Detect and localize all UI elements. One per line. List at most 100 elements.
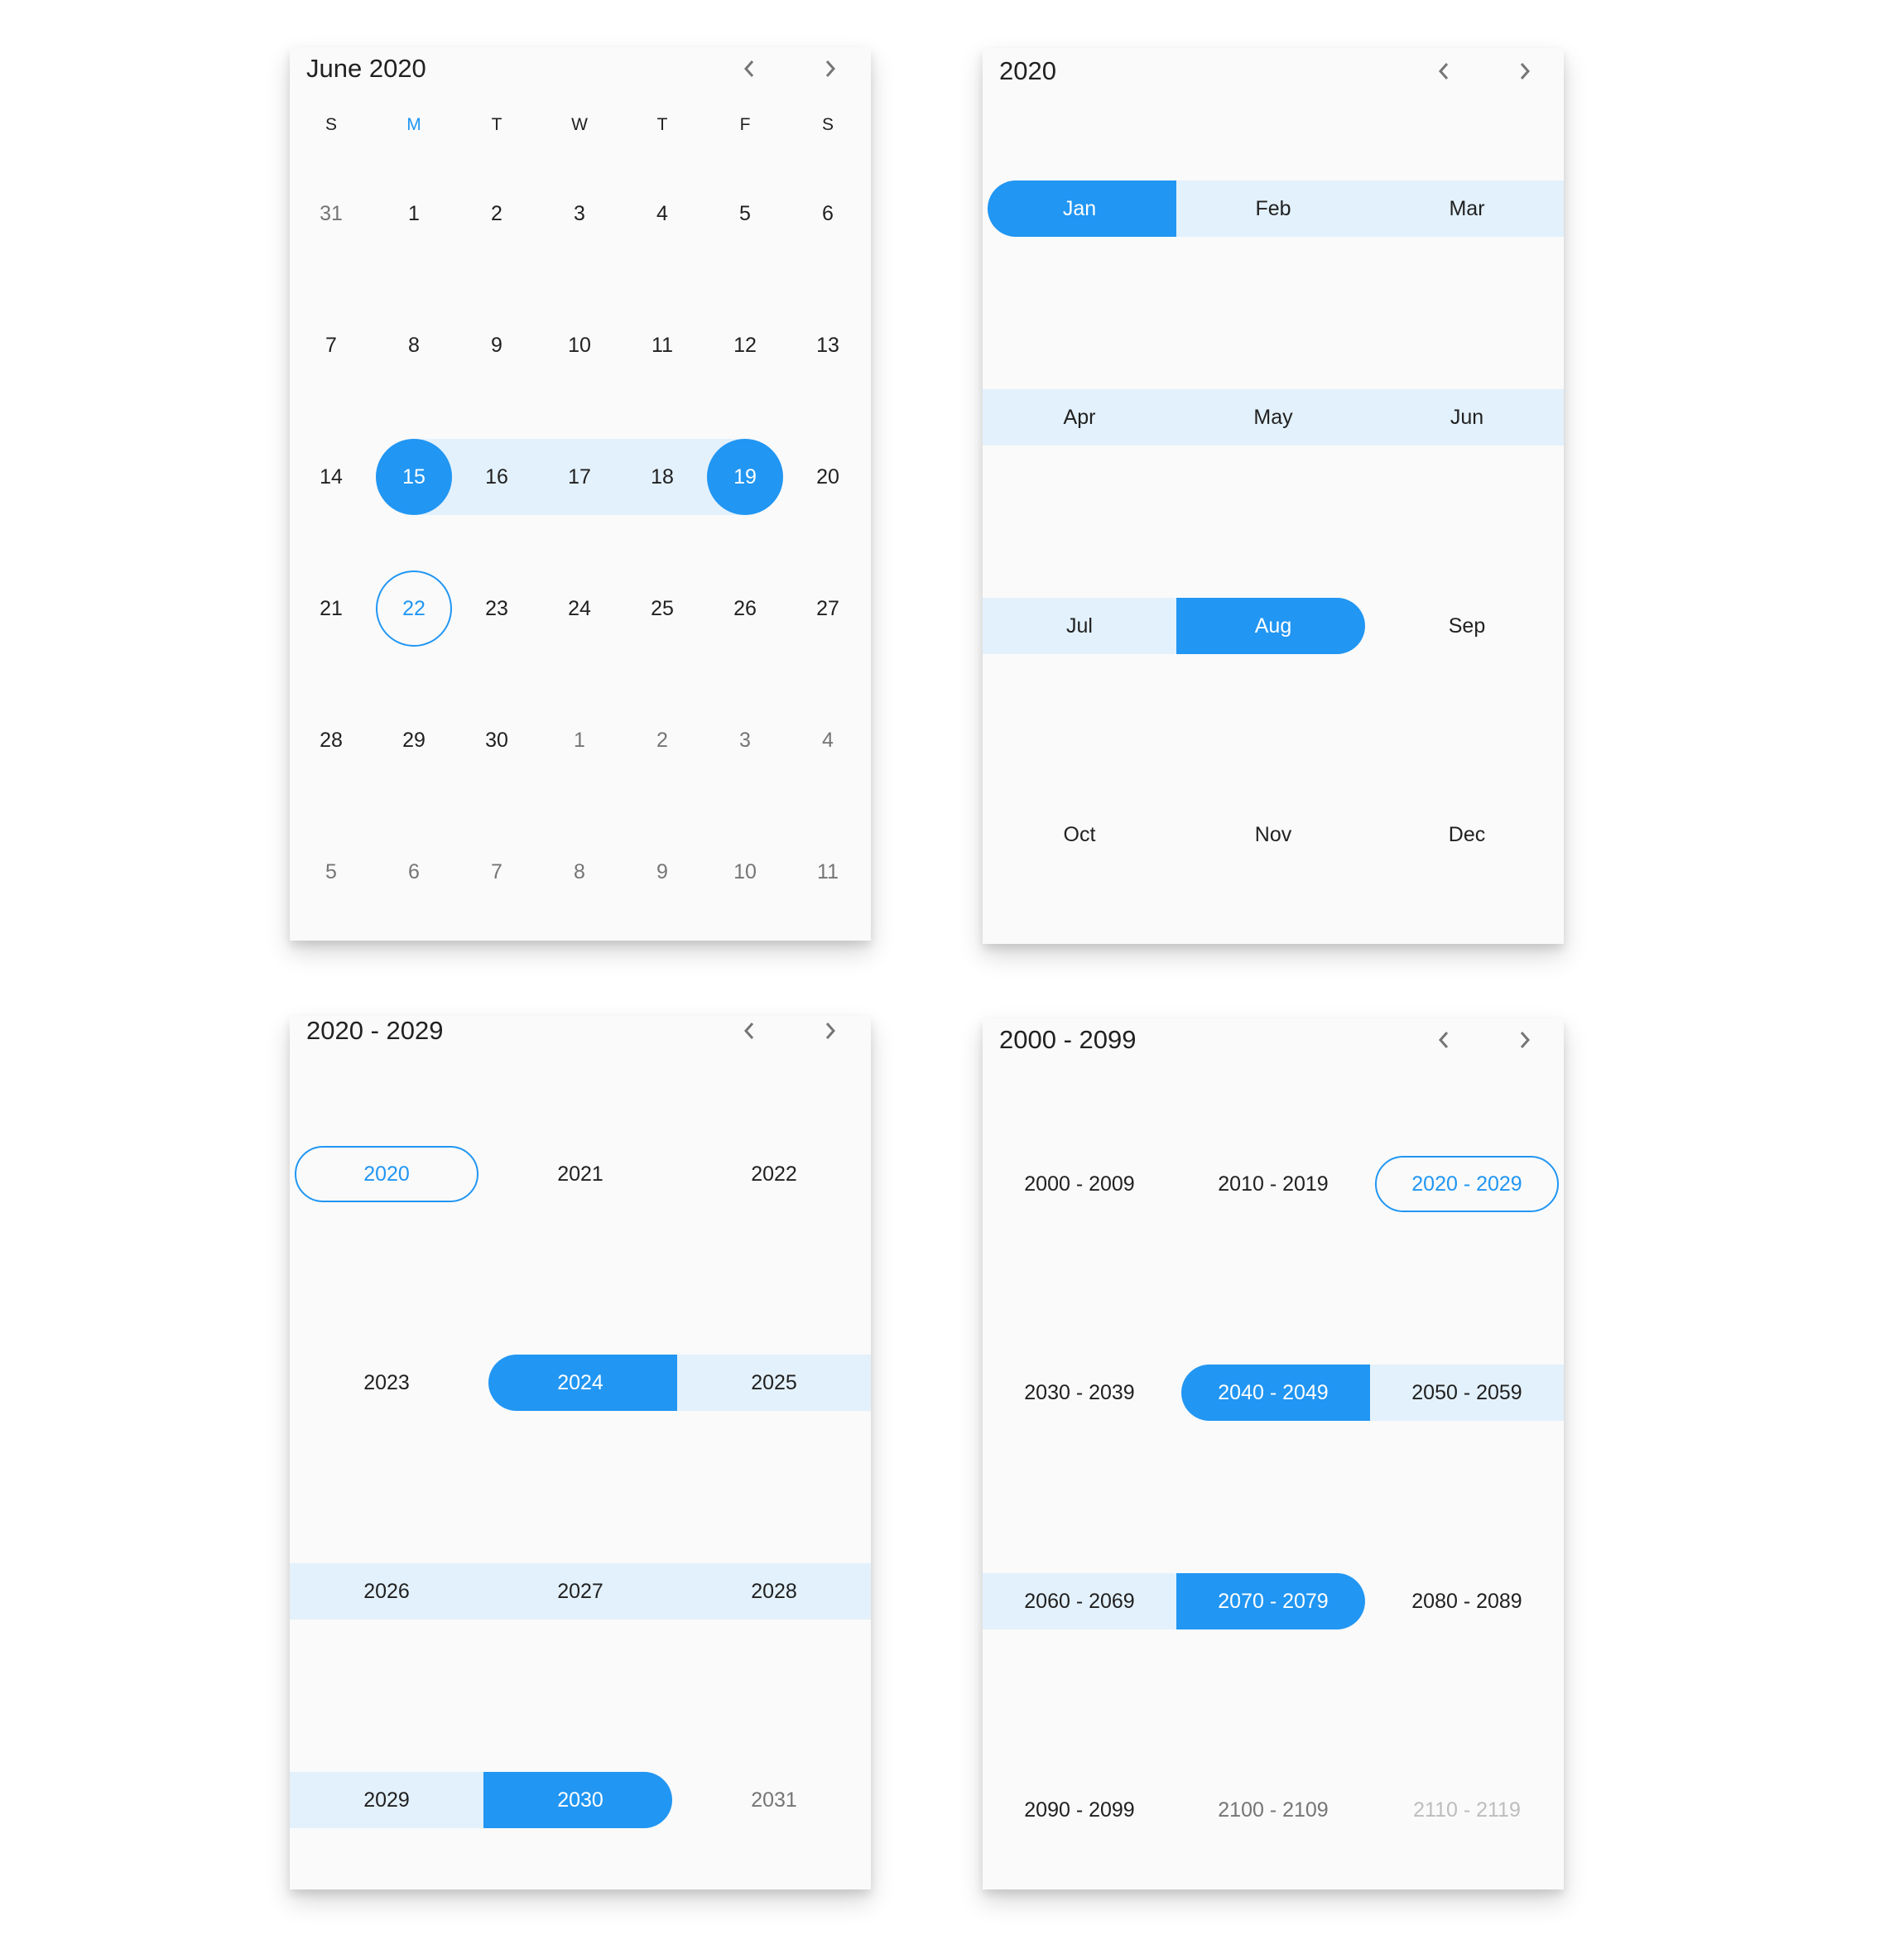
prev-button[interactable] [728,1016,770,1052]
cell-in-range[interactable]: 2050 - 2059 [1370,1365,1564,1421]
cell-range-start[interactable]: Jan [983,181,1176,237]
header-title[interactable]: June 2020 [306,54,426,84]
cell[interactable]: 2030 - 2039 [983,1365,1176,1421]
cell-range-end[interactable]: 2070 - 2079 [1176,1573,1370,1629]
prev-button[interactable] [728,48,770,89]
day-cell[interactable]: 1 [538,702,621,778]
day-cell[interactable]: 6 [786,176,869,252]
cell-in-range[interactable]: 2029 [290,1772,483,1828]
cell-range-start[interactable]: 2024 [483,1355,677,1411]
day-cell[interactable]: 6 [373,834,455,910]
weekday-label: F [739,115,751,134]
day-cell[interactable]: 2 [621,702,704,778]
cell[interactable]: 2022 [677,1146,871,1202]
day-cell[interactable]: 26 [704,570,786,647]
day-cell[interactable]: 9 [621,834,704,910]
day-cell[interactable]: 11 [786,834,869,910]
day-cell[interactable]: 8 [373,307,455,383]
day-cell[interactable]: 21 [290,570,373,647]
day-cell[interactable]: 9 [455,307,538,383]
prev-button[interactable] [1423,1019,1464,1061]
cell-today[interactable]: 2020 [290,1146,483,1202]
chevron-right-icon [1520,63,1531,79]
day-cell[interactable]: 4 [621,176,704,252]
day-cell[interactable]: 7 [290,307,373,383]
cell-range-end[interactable]: 2030 [483,1772,677,1828]
next-button[interactable] [1504,1019,1546,1061]
cell-in-range[interactable]: Jul [983,598,1176,654]
cell[interactable]: 2090 - 2099 [983,1782,1176,1838]
day-number: 11 [651,333,673,357]
day-cell[interactable]: 5 [704,176,786,252]
day-cell[interactable]: 2 [455,176,538,252]
cell-in-range[interactable]: Apr [983,389,1176,445]
day-cell[interactable]: 24 [538,570,621,647]
cell-in-range[interactable]: Jun [1370,389,1564,445]
cell[interactable]: 2010 - 2019 [1176,1156,1370,1212]
day-cell[interactable]: 7 [455,834,538,910]
day-cell[interactable]: 30 [455,702,538,778]
next-button[interactable] [1504,51,1546,92]
cell[interactable]: 2031 [677,1772,871,1828]
day-cell[interactable]: 12 [704,307,786,383]
day-cell[interactable]: 3 [704,702,786,778]
day-cell[interactable]: 5 [290,834,373,910]
cell[interactable]: 2021 [483,1146,677,1202]
cell-in-range[interactable]: Mar [1370,181,1564,237]
cell[interactable]: Dec [1370,806,1564,863]
day-cell[interactable]: 31 [290,176,373,252]
day-cell[interactable]: 27 [786,570,869,647]
day-cell[interactable]: 25 [621,570,704,647]
cell-in-range[interactable]: 2060 - 2069 [983,1573,1176,1629]
day-cell-today[interactable]: 22 [373,570,455,647]
cell-range-start[interactable]: 2040 - 2049 [1176,1365,1370,1421]
cell-in-range[interactable]: 2027 [483,1563,677,1620]
cell-in-range[interactable]: 2028 [677,1563,871,1620]
day-cell[interactable]: 8 [538,834,621,910]
cell[interactable]: Sep [1370,598,1564,654]
day-number: 6 [822,201,834,225]
day-number: 7 [491,859,502,883]
day-number: 24 [568,596,591,620]
cell[interactable]: Nov [1176,806,1370,863]
day-cell-range-end[interactable]: 19 [704,439,786,515]
next-button[interactable] [810,48,851,89]
cell[interactable]: 2100 - 2109 [1176,1782,1370,1838]
day-number: 25 [651,596,674,620]
day-cell[interactable]: 28 [290,702,373,778]
day-cell[interactable]: 20 [786,439,869,515]
prev-button[interactable] [1423,51,1464,92]
cell-in-range[interactable]: 2025 [677,1355,871,1411]
day-cell[interactable]: 11 [621,307,704,383]
cell[interactable]: 2110 - 2119 [1370,1782,1564,1838]
cell-in-range[interactable]: May [1176,389,1370,445]
day-cell-in-range[interactable]: 16 [455,439,538,515]
cell-label: 2100 - 2109 [1218,1798,1329,1822]
cell-today[interactable]: 2020 - 2029 [1370,1156,1564,1212]
day-cell[interactable]: 1 [373,176,455,252]
day-cell-range-start[interactable]: 15 [373,439,455,515]
day-number: 3 [739,728,751,752]
cell-label: Oct [1063,822,1096,846]
next-button[interactable] [810,1016,851,1052]
cell-in-range[interactable]: Feb [1176,181,1370,237]
day-cell-in-range[interactable]: 18 [621,439,704,515]
day-cell[interactable]: 10 [538,307,621,383]
day-cell[interactable]: 29 [373,702,455,778]
cell[interactable]: Oct [983,806,1176,863]
cell[interactable]: 2000 - 2009 [983,1156,1176,1212]
header-title[interactable]: 2000 - 2099 [999,1025,1136,1055]
header-title[interactable]: 2020 [999,56,1056,86]
header-title[interactable]: 2020 - 2029 [306,1016,443,1046]
cell-in-range[interactable]: 2026 [290,1563,483,1620]
cell[interactable]: 2023 [290,1355,483,1411]
day-cell[interactable]: 23 [455,570,538,647]
day-cell[interactable]: 10 [704,834,786,910]
day-cell[interactable]: 4 [786,702,869,778]
day-cell[interactable]: 3 [538,176,621,252]
cell[interactable]: 2080 - 2089 [1370,1573,1564,1629]
day-cell[interactable]: 14 [290,439,373,515]
day-cell[interactable]: 13 [786,307,869,383]
day-cell-in-range[interactable]: 17 [538,439,621,515]
cell-range-end[interactable]: Aug [1176,598,1370,654]
